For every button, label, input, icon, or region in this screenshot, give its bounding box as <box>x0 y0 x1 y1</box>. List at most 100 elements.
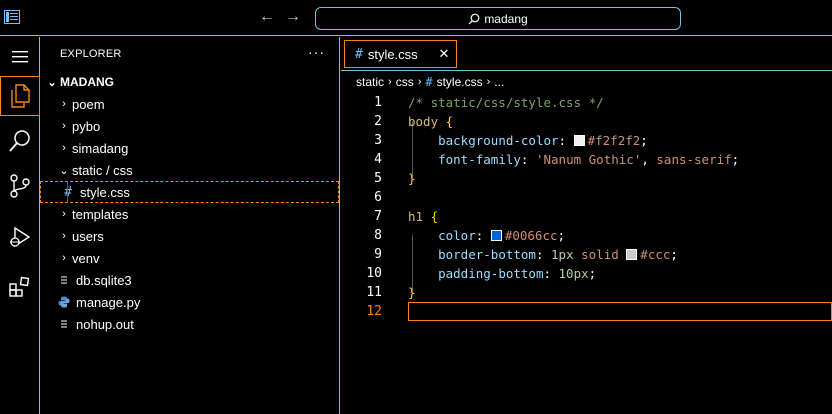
chevron-right-icon: › <box>486 76 491 88</box>
code-line: 4 font-family: 'Nanum Gothic', sans-seri… <box>341 150 832 169</box>
tree-item-label: manage.py <box>76 294 141 310</box>
tree-file-nohup-out[interactable]: nohup.out <box>40 313 339 335</box>
search-icon <box>468 13 480 24</box>
code-line: 8 color: #0066cc; <box>341 226 832 245</box>
chevron-right-icon: › <box>62 252 66 264</box>
code-line: 10 padding-bottom: 10px; <box>341 264 832 283</box>
tree-file-manage-py[interactable]: manage.py <box>40 291 339 313</box>
code-line: 11 } <box>341 283 832 302</box>
line-number: 8 <box>374 228 382 243</box>
code-text: background-color: #f2f2f2; <box>438 133 648 148</box>
line-number: 2 <box>374 114 382 129</box>
breadcrumb-item-css[interactable]: css <box>396 75 414 89</box>
tab-style-css[interactable]: # style.css ✕ <box>344 40 457 68</box>
color-swatch[interactable] <box>626 249 638 260</box>
tree-item-label: poem <box>72 96 105 112</box>
back-arrow-icon[interactable]: ← <box>258 8 276 26</box>
file-tree: ⌄ MADANG › poem › pybo › simadang ⌄ stat… <box>40 71 339 335</box>
breadcrumb-item-static[interactable]: static <box>356 75 384 89</box>
tree-file-style-css[interactable]: # style.css <box>40 181 339 203</box>
chevron-down-icon: ⌄ <box>59 164 69 177</box>
line-number: 5 <box>374 171 382 186</box>
code-text: font-family: 'Nanum Gothic', sans-serif; <box>438 152 740 167</box>
code-text: h1 { <box>408 209 439 224</box>
python-file-icon <box>56 296 72 308</box>
color-swatch[interactable] <box>573 135 585 146</box>
extensions-icon[interactable] <box>0 267 40 307</box>
css-file-icon: # <box>355 46 363 62</box>
chevron-right-icon: › <box>62 98 66 110</box>
tree-item-label: templates <box>72 206 129 222</box>
run-debug-icon[interactable] <box>0 217 40 257</box>
chevron-down-icon: ⌄ <box>47 76 57 89</box>
tree-folder-poem[interactable]: › poem <box>40 93 339 115</box>
code-text: } <box>408 171 416 186</box>
file-icon <box>56 318 72 330</box>
tree-item-label: pybo <box>72 118 101 134</box>
line-number: 11 <box>366 285 382 300</box>
tree-folder-venv[interactable]: › venv <box>40 247 339 269</box>
code-text: border-bottom: 1px solid #ccc; <box>438 247 678 262</box>
tree-item-label: venv <box>72 250 100 266</box>
workspace-root[interactable]: ⌄ MADANG <box>40 71 339 93</box>
code-line-current: 12 <box>341 302 832 321</box>
line-number: 6 <box>374 190 382 205</box>
chevron-right-icon: › <box>62 208 66 220</box>
close-icon[interactable]: ✕ <box>437 47 451 61</box>
tree-item-label: style.css <box>80 184 130 200</box>
tree-item-label: users <box>72 228 104 244</box>
tree-folder-pybo[interactable]: › pybo <box>40 115 339 137</box>
css-file-icon: # <box>425 75 433 89</box>
breadcrumb-item-style-css[interactable]: style.css <box>437 75 483 89</box>
code-line: 1 /* static/css/style.css */ <box>341 93 832 112</box>
explorer-sidebar: EXPLORER ··· ⌄ MADANG › poem › pybo › si… <box>40 37 340 414</box>
code-text: body { <box>408 114 454 129</box>
line-number: 10 <box>366 266 382 281</box>
code-line: 2 body { <box>341 112 832 131</box>
vscode-logo-icon <box>4 10 20 24</box>
tree-item-label: simadang <box>72 140 129 156</box>
workspace-root-label: MADANG <box>60 75 114 89</box>
code-editor[interactable]: 1 /* static/css/style.css */ 2 body { 3 … <box>341 92 832 414</box>
tree-folder-templates[interactable]: › templates <box>40 203 339 225</box>
file-icon <box>56 274 72 286</box>
title-bar: ← → madang <box>0 0 832 36</box>
code-line: 5 } <box>341 169 832 188</box>
breadcrumb: static › css › # style.css › ... <box>341 72 832 92</box>
code-text: padding-bottom: 10px; <box>438 266 597 281</box>
code-line: 3 background-color: #f2f2f2; <box>341 131 832 150</box>
chevron-right-icon: › <box>62 230 66 242</box>
code-line: 9 border-bottom: 1px solid #ccc; <box>341 245 832 264</box>
line-number: 9 <box>374 247 382 262</box>
code-text: } <box>408 285 416 300</box>
color-swatch[interactable] <box>490 230 502 241</box>
tree-folder-static-css[interactable]: ⌄ static / css <box>40 159 339 181</box>
editor-tabs: # style.css ✕ <box>341 37 832 71</box>
line-number: 3 <box>374 133 382 148</box>
chevron-right-icon: › <box>388 76 392 88</box>
command-center-search[interactable]: madang <box>315 7 681 30</box>
breadcrumb-item-ellipsis[interactable]: ... <box>494 75 504 89</box>
tree-item-label: db.sqlite3 <box>76 272 132 288</box>
tree-file-db-sqlite3[interactable]: db.sqlite3 <box>40 269 339 291</box>
tree-item-label: nohup.out <box>76 316 134 332</box>
chevron-right-icon: › <box>62 120 66 132</box>
tab-label: style.css <box>367 46 418 62</box>
chevron-right-icon: › <box>417 76 422 88</box>
more-actions-icon[interactable]: ··· <box>308 44 325 60</box>
forward-arrow-icon[interactable]: → <box>284 8 302 26</box>
source-control-icon[interactable] <box>0 166 40 206</box>
search-icon[interactable] <box>0 121 40 161</box>
tree-folder-users[interactable]: › users <box>40 225 339 247</box>
code-text: color: #0066cc; <box>438 228 566 243</box>
search-text: madang <box>484 11 528 26</box>
line-number: 1 <box>374 95 382 110</box>
line-number: 4 <box>374 152 382 167</box>
code-line: 6 <box>341 188 832 207</box>
tree-item-label: static / css <box>72 162 133 178</box>
code-line: 7 h1 { <box>341 207 832 226</box>
tree-folder-simadang[interactable]: › simadang <box>40 137 339 159</box>
explorer-icon[interactable] <box>0 76 40 116</box>
sidebar-title: EXPLORER <box>60 48 122 60</box>
menu-hamburger-icon[interactable] <box>0 37 40 77</box>
